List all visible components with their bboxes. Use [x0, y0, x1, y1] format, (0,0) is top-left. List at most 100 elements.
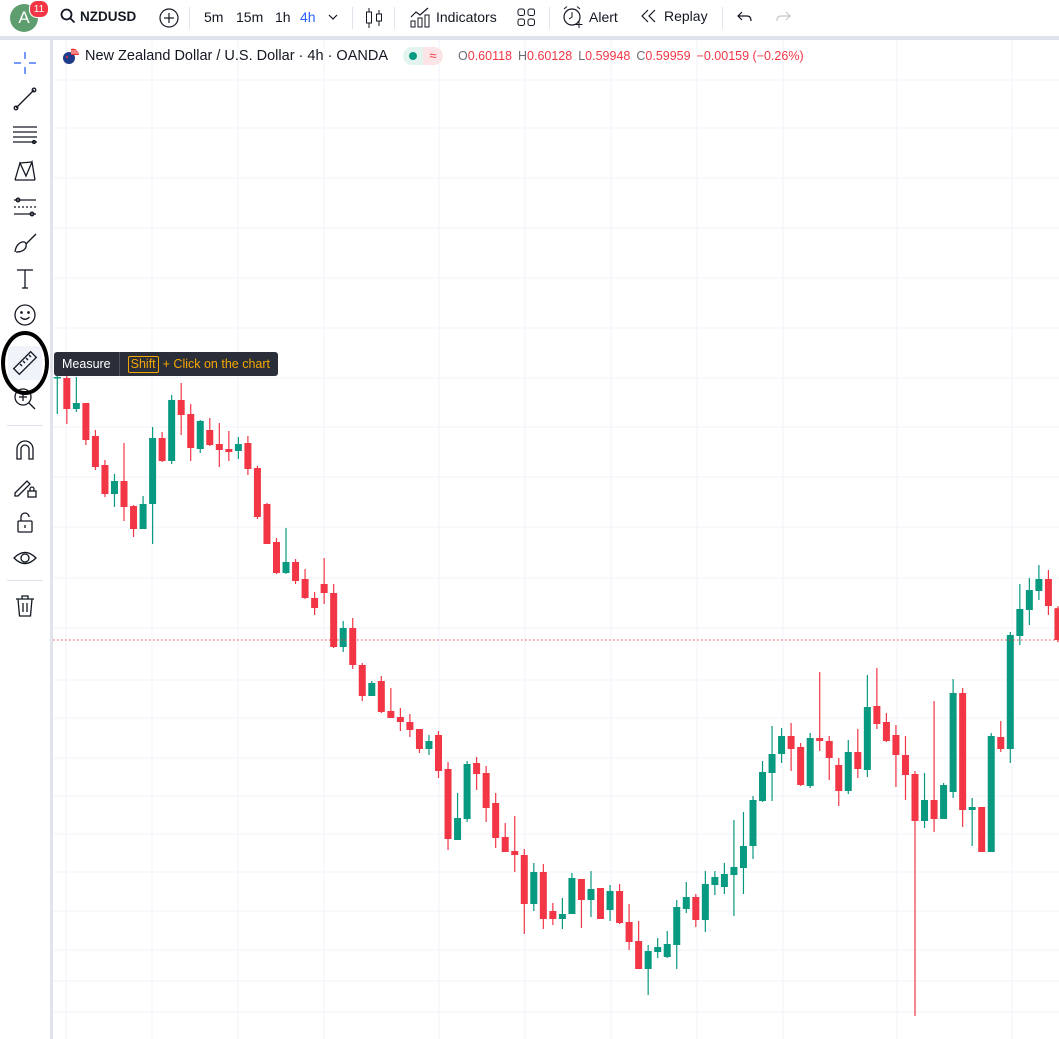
candle-body: [1054, 608, 1059, 640]
chevron-down-icon[interactable]: [328, 13, 338, 21]
candle-body: [844, 752, 852, 791]
candle-body: [139, 504, 147, 529]
chart-legend: New Zealand Dollar / U.S. Dollar · 4h · …: [62, 46, 810, 66]
interval-5m[interactable]: 5m: [204, 9, 223, 25]
brush-tool[interactable]: [8, 226, 42, 260]
candle-body: [587, 889, 595, 900]
candle-body: [91, 436, 99, 467]
candle-body: [673, 907, 681, 945]
sidebar-separator: [50, 40, 53, 1039]
crosshair-tool[interactable]: [8, 46, 42, 80]
prediction-tool[interactable]: [8, 190, 42, 224]
divider: [118, 352, 120, 376]
candle-body: [282, 562, 290, 573]
search-icon: [60, 8, 76, 24]
fib-retracement-tool[interactable]: [8, 118, 42, 152]
market-status-pill[interactable]: ≈: [403, 47, 443, 65]
candle-body: [663, 944, 671, 957]
alarm-clock-icon: [563, 6, 583, 28]
candle-body: [72, 403, 80, 409]
candle-body: [311, 598, 319, 608]
replay-label: Replay: [664, 8, 708, 24]
candle-body: [825, 741, 833, 758]
notification-badge[interactable]: 11: [29, 0, 49, 18]
candle-body: [244, 443, 252, 469]
trend-line-tool[interactable]: [8, 82, 42, 116]
indicators-button[interactable]: Indicators: [409, 6, 497, 28]
candle-body: [692, 897, 700, 920]
candle-body: [396, 717, 404, 722]
candle-body: [206, 430, 214, 445]
candle-body: [635, 941, 643, 969]
candle-body: [787, 736, 795, 749]
lock-drawing-mode-tool[interactable]: [8, 469, 42, 503]
remove-drawings-tool[interactable]: [8, 589, 42, 623]
price-chart[interactable]: [0, 0, 1059, 1039]
candle-body: [492, 803, 500, 838]
candle-body: [368, 683, 376, 696]
indicators-label: Indicators: [436, 9, 497, 25]
crosshair-icon: [14, 52, 36, 74]
magnet-tool[interactable]: [8, 433, 42, 467]
candle-body: [1016, 609, 1024, 636]
trend-line-icon: [13, 87, 37, 111]
divider: [7, 580, 43, 581]
candle-body: [330, 593, 338, 647]
text-icon: [17, 269, 33, 289]
candle-body: [1006, 635, 1014, 749]
market-open-dot-icon: [403, 47, 423, 65]
indicators-icon: [410, 7, 430, 28]
avatar-letter: A: [18, 8, 30, 27]
symbol-title[interactable]: New Zealand Dollar / U.S. Dollar · 4h · …: [85, 48, 388, 64]
interval-1h[interactable]: 1h: [275, 9, 291, 25]
candle-body: [882, 722, 890, 741]
tooltip-title: Measure: [62, 357, 111, 371]
toolbar-separator: [0, 36, 1059, 40]
fib-retracement-icon: [13, 126, 37, 145]
candle-body: [320, 584, 328, 593]
candle-body: [997, 737, 1005, 749]
symbol-search-button[interactable]: NZDUSD: [60, 8, 136, 24]
candle-body: [959, 693, 967, 810]
divider: [189, 7, 190, 29]
candle-body: [234, 444, 242, 451]
symbol-label: NZDUSD: [80, 8, 137, 24]
undo-icon[interactable]: [737, 10, 753, 24]
candles-chart-type-icon[interactable]: [364, 6, 384, 30]
candle-body: [511, 851, 519, 855]
magnet-icon: [16, 440, 34, 460]
candle-body: [577, 879, 585, 900]
candle-body: [520, 855, 528, 904]
divider: [7, 425, 43, 426]
candle-body: [759, 772, 767, 801]
annotation-circle: [1, 331, 49, 395]
candle-body: [425, 741, 433, 749]
prediction-icon: [14, 197, 36, 217]
candle-body: [473, 763, 481, 774]
text-tool[interactable]: [8, 262, 42, 296]
candle-body: [606, 891, 614, 910]
top-toolbar: A 11 NZDUSD 5m 15m 1h 4h Indicators Aler…: [0, 0, 1059, 36]
candle-body: [272, 542, 280, 573]
candle-body: [720, 874, 728, 887]
layouts-grid-icon[interactable]: [517, 8, 536, 27]
divider: [549, 7, 550, 29]
candle-body: [816, 738, 824, 741]
candle-body: [454, 818, 462, 840]
hide-all-tool[interactable]: [8, 541, 42, 575]
alert-button[interactable]: Alert: [562, 5, 618, 29]
interval-15m[interactable]: 15m: [236, 9, 263, 25]
emoji-tool[interactable]: [8, 298, 42, 332]
pattern-tool[interactable]: [8, 154, 42, 188]
replay-button[interactable]: Replay: [641, 8, 708, 24]
lock-all-tool[interactable]: [8, 505, 42, 539]
candle-body: [130, 506, 138, 529]
candle-body: [854, 752, 862, 769]
candle-body: [101, 465, 109, 494]
compare-symbol-plus-icon[interactable]: [158, 7, 180, 29]
redo-icon[interactable]: [775, 10, 791, 24]
interval-4h[interactable]: 4h: [300, 9, 316, 25]
candle-body: [863, 707, 871, 770]
pattern-icon: [14, 159, 36, 181]
candle-body: [921, 800, 929, 821]
